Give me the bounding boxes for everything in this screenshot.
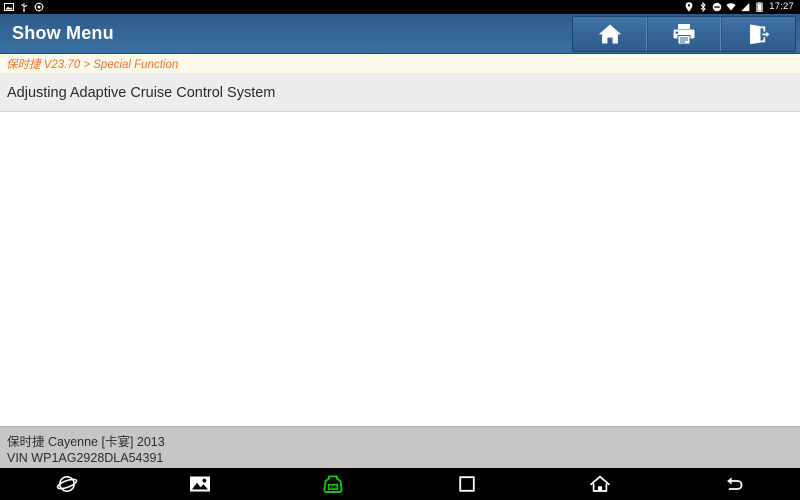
breadcrumb: 保时捷 V23.70 > Special Function xyxy=(0,54,800,74)
screenshot-icon xyxy=(4,2,14,12)
android-status-bar: 17:27 xyxy=(0,0,800,14)
cellular-signal-icon xyxy=(740,2,750,12)
back-button[interactable] xyxy=(667,468,800,500)
home-button[interactable] xyxy=(573,16,647,51)
location-pin-icon xyxy=(684,2,694,12)
do-not-disturb-icon xyxy=(712,2,722,12)
print-button[interactable] xyxy=(647,16,721,51)
vehicle-vin: VIN WP1AG2928DLA54391 xyxy=(7,450,164,465)
gallery-button[interactable] xyxy=(133,468,266,500)
status-bar-clock: 17:27 xyxy=(769,1,794,12)
printer-icon xyxy=(671,22,697,46)
header-toolbar xyxy=(572,15,796,52)
android-nav-bar: VCI xyxy=(0,468,800,500)
svg-text:VCI: VCI xyxy=(330,485,337,490)
page-title: Show Menu xyxy=(12,23,114,43)
menu-item-adjusting-adaptive-cruise-control-system[interactable]: Adjusting Adaptive Cruise Control System xyxy=(0,74,800,112)
status-right-icons: 17:27 xyxy=(684,2,796,12)
recents-button[interactable] xyxy=(400,468,533,500)
back-icon xyxy=(722,474,744,494)
home-icon xyxy=(597,22,623,46)
menu-item-label: Adjusting Adaptive Cruise Control System xyxy=(7,84,276,101)
recents-icon xyxy=(458,475,476,493)
gallery-icon xyxy=(189,474,211,494)
breadcrumb-text: 保时捷 V23.70 > Special Function xyxy=(6,58,179,71)
vehicle-info-panel: 保时捷 Cayenne [卡宴] 2013 VIN WP1AG2928DLA54… xyxy=(0,426,800,468)
bluetooth-icon xyxy=(698,2,708,12)
vehicle-model: 保时捷 Cayenne [卡宴] 2013 xyxy=(7,434,165,449)
home-nav-button[interactable] xyxy=(533,468,666,500)
home-nav-icon xyxy=(589,474,611,494)
wifi-icon xyxy=(726,2,736,12)
usb-icon xyxy=(19,2,29,12)
debug-settings-icon xyxy=(34,2,44,12)
exit-door-icon xyxy=(746,22,772,46)
battery-icon xyxy=(754,2,764,12)
status-left-icons xyxy=(4,2,44,12)
vci-connector-icon: VCI xyxy=(320,473,346,495)
browser-icon xyxy=(56,473,78,495)
app-root: 17:27 Show Menu 保时捷 V23.70 > Special Fun… xyxy=(0,0,800,500)
menu-list: Adjusting Adaptive Cruise Control System xyxy=(0,74,800,426)
vci-button[interactable]: VCI xyxy=(267,468,400,500)
browser-button[interactable] xyxy=(0,468,133,500)
app-header: Show Menu xyxy=(0,14,800,54)
exit-button[interactable] xyxy=(721,16,795,51)
